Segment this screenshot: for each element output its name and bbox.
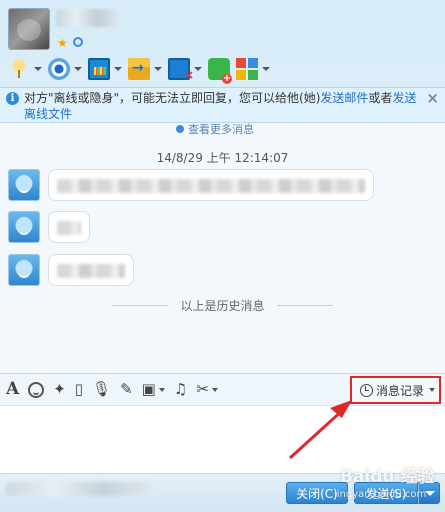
chevron-down-icon[interactable] [114, 67, 122, 71]
screenshot-icon[interactable]: ✂ [196, 382, 218, 397]
history-separator: 以上是历史消息 [0, 297, 445, 314]
sender-avatar[interactable] [8, 169, 40, 201]
microphone-icon [8, 58, 30, 80]
info-icon: i [6, 92, 19, 105]
apps-button[interactable] [234, 56, 272, 82]
qzone-icon[interactable] [73, 37, 83, 47]
camera-icon [48, 58, 70, 80]
message-history-area[interactable]: 查看更多消息 14/8/29 上午 12:14:07 以上是历史消息 [0, 123, 445, 373]
close-icon[interactable]: × [426, 90, 439, 106]
chevron-down-icon[interactable] [211, 387, 218, 392]
watermark: Baidu 经验 [340, 467, 435, 487]
emoji-icon[interactable] [28, 381, 45, 398]
message-row [8, 169, 374, 201]
view-more-messages-link[interactable]: 查看更多消息 [176, 123, 254, 137]
screen-share-icon [88, 58, 110, 80]
vibrate-icon[interactable]: ▯ [75, 382, 83, 397]
message-row [8, 211, 90, 243]
top-toolbar [6, 55, 272, 84]
music-icon[interactable]: ♫ [174, 382, 187, 397]
offline-notice-bar: i 对方"离线或隐身"，可能无法立即回复，您可以给他(她)发送邮件或者发送离线文… [0, 87, 445, 123]
message-history-button[interactable]: 消息记录 [349, 376, 441, 404]
contact-avatar[interactable] [8, 8, 50, 50]
handwrite-icon[interactable]: ✎ [120, 382, 133, 397]
send-file-icon [128, 58, 150, 80]
remote-desktop-button[interactable] [166, 56, 204, 82]
create-discussion-icon [208, 58, 232, 84]
divider [112, 305, 169, 306]
chevron-down-icon[interactable] [158, 387, 165, 392]
history-dot-icon [176, 125, 184, 133]
input-toolbar: A ✦ ▯ 🎙︎ ✎ ▣ ♫ ✂ 消息记录 [0, 373, 445, 405]
notice-text-middle: 或者 [368, 91, 393, 105]
chevron-down-icon[interactable] [262, 67, 270, 71]
sender-avatar[interactable] [8, 254, 40, 286]
chevron-down-icon[interactable] [194, 67, 202, 71]
send-file-button[interactable] [126, 56, 164, 82]
notice-text: 对方"离线或隐身"，可能无法立即回复，您可以给他(她) [24, 91, 321, 105]
chevron-down-icon[interactable] [74, 67, 82, 71]
message-timestamp: 14/8/29 上午 12:14:07 [156, 151, 289, 165]
create-discussion-button[interactable] [206, 56, 232, 84]
chevron-down-icon[interactable] [429, 388, 435, 392]
image-icon[interactable]: ▣ [142, 382, 165, 397]
divider [276, 305, 333, 306]
chevron-down-icon[interactable] [34, 67, 42, 71]
message-row [8, 254, 134, 286]
footer-ad-blurred [6, 482, 152, 496]
voice-call-button[interactable] [6, 56, 44, 82]
message-bubble-blurred [48, 211, 90, 243]
chevron-down-icon[interactable] [154, 67, 162, 71]
watermark-url: jingyan.baidu.com [334, 489, 427, 500]
chat-window-header: ★ [0, 0, 445, 88]
screen-share-button[interactable] [86, 56, 124, 82]
clock-icon [359, 383, 373, 397]
message-bubble-blurred [48, 254, 134, 286]
voice-message-icon[interactable]: 🎙︎ [92, 382, 111, 397]
remote-desktop-icon [168, 58, 194, 82]
magic-icon[interactable]: ✦ [53, 382, 66, 397]
send-email-link[interactable]: 发送邮件 [320, 91, 368, 105]
apps-icon [236, 58, 258, 80]
message-bubble-blurred [48, 169, 374, 201]
message-history-label: 消息记录 [375, 383, 424, 398]
video-call-button[interactable] [46, 56, 84, 82]
contact-name-blurred [56, 9, 118, 27]
font-icon[interactable]: A [6, 381, 19, 398]
sender-avatar[interactable] [8, 211, 40, 243]
star-icon[interactable]: ★ [57, 36, 68, 50]
